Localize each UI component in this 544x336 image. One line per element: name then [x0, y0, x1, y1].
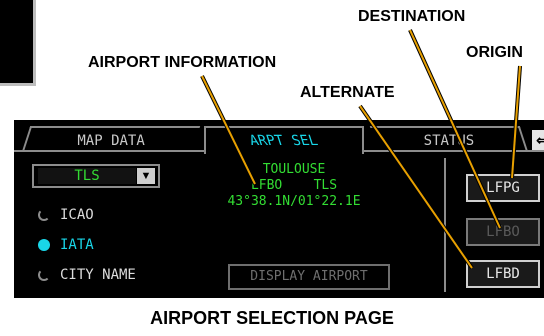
- display-airport-button[interactable]: DISPLAY AIRPORT: [228, 264, 390, 290]
- alternate-button[interactable]: LFBD: [466, 260, 540, 288]
- tab-map-data[interactable]: MAP DATA: [21, 126, 201, 152]
- radio-icao-indicator: [38, 209, 50, 221]
- tab-scroll-icon[interactable]: ⇐: [532, 130, 544, 150]
- tab-map-data-label: MAP DATA: [77, 133, 146, 149]
- radio-city-name-label: CITY NAME: [60, 267, 136, 283]
- callout-destination: DESTINATION: [358, 8, 466, 25]
- chevron-down-icon[interactable]: ▼: [137, 168, 155, 184]
- radio-iata-indicator: [38, 239, 50, 251]
- tab-status-label: STATUS: [423, 133, 474, 149]
- radio-iata-label: IATA: [60, 237, 94, 253]
- airport-select[interactable]: TLS ▼: [32, 164, 160, 188]
- page-caption: AIRPORT SELECTION PAGE: [150, 308, 394, 328]
- radio-city-name-indicator: [38, 269, 50, 281]
- airport-coordinates: 43°38.1N/01°22.1E: [227, 194, 361, 209]
- airport-codes: LFBO TLS: [250, 178, 338, 193]
- tab-arpt-sel-label: ARPT SEL: [247, 133, 321, 149]
- callout-alternate: ALTERNATE: [300, 84, 395, 101]
- airport-select-value: TLS: [38, 168, 136, 184]
- tab-arpt-sel[interactable]: ARPT SEL: [204, 126, 364, 154]
- callout-airport-information: AIRPORT INFORMATION: [88, 54, 277, 71]
- callout-origin: ORIGIN: [466, 44, 523, 61]
- radio-icao-label: ICAO: [60, 207, 94, 223]
- airport-city: TOULOUSE: [262, 162, 326, 177]
- mcdu-screen: MAP DATA ARPT SEL STATUS ⇐ TLS ▼ ICAO IA…: [14, 120, 544, 298]
- corner-display-fragment: [0, 0, 36, 86]
- destination-button[interactable]: LFBO: [466, 218, 540, 246]
- divider: [444, 158, 446, 292]
- tab-status[interactable]: STATUS: [369, 126, 529, 152]
- origin-button[interactable]: LFPG: [466, 174, 540, 202]
